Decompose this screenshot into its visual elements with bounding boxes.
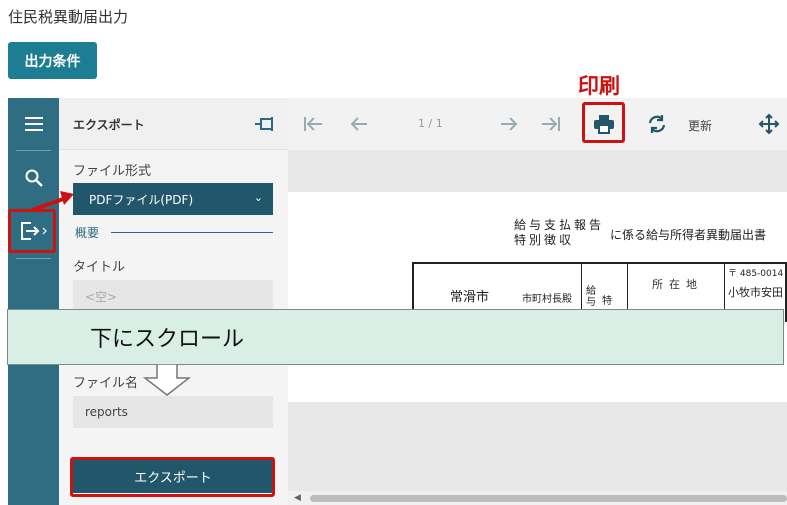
section-label: 概要 (75, 226, 100, 240)
doc-heading-suffix: に係る給与所得者異動届出書 (610, 228, 767, 242)
doc-zip: 〒 485-0014 (728, 269, 784, 279)
viewer-toolbar: 1 / 1 更新 (288, 98, 787, 150)
print-highlight (582, 102, 625, 143)
doc-toku: 特 (602, 296, 612, 307)
scroll-left-icon[interactable]: ◀ (294, 493, 301, 503)
next-page-icon[interactable] (496, 111, 522, 137)
export-panel: エクスポート ファイル形式 PDFファイル(PDF) ⌄ 概要 タイトル <空>… (59, 98, 288, 505)
doc-heading-line2: 特別徴収 (514, 233, 575, 247)
horizontal-scrollbar[interactable]: ◀ (288, 491, 787, 505)
doc-mayor: 市町村長殿 (522, 294, 572, 305)
print-callout: 印刷 (578, 74, 620, 98)
format-label: ファイル形式 (73, 164, 152, 179)
export-button-highlight (70, 457, 275, 497)
format-select[interactable]: PDFファイル(PDF) ⌄ (73, 183, 273, 215)
prev-page-icon[interactable] (346, 111, 372, 137)
filename-input[interactable]: reports (73, 396, 273, 428)
summary-section: 概要 (73, 222, 273, 240)
doc-address: 小牧市安田 (728, 286, 783, 299)
pointer-arrow (31, 191, 74, 212)
chevron-down-icon: ⌄ (253, 191, 263, 204)
title-input[interactable]: <空> (73, 280, 273, 312)
panel-title: エクスポート (73, 118, 145, 132)
doc-heading-line1: 給与支払報告 (514, 218, 605, 232)
filename-label: ファイル名 (73, 376, 139, 391)
output-conditions-button[interactable]: 出力条件 (8, 42, 97, 79)
refresh-label[interactable]: 更新 (688, 117, 712, 134)
viewer-sidebar (8, 98, 59, 505)
doc-city: 常滑市 (450, 290, 490, 305)
scroll-banner: 下にスクロール (7, 309, 784, 365)
move-icon[interactable] (756, 111, 782, 137)
pin-icon[interactable] (254, 114, 276, 134)
document-page: 給与支払報告 特別徴収 に係る給与所得者異動届出書 常滑市 市町村長殿 給与 特… (288, 192, 787, 402)
down-arrow-icon (143, 364, 191, 396)
last-page-icon[interactable] (538, 111, 564, 137)
refresh-icon[interactable] (644, 111, 670, 137)
doc-kyu: 給与 (586, 286, 596, 308)
doc-location-label: 所在地 (652, 278, 703, 291)
scroll-thumb[interactable] (310, 495, 787, 502)
report-viewer: エクスポート ファイル形式 PDFファイル(PDF) ⌄ 概要 タイトル <空>… (8, 98, 787, 505)
page-title: 住民税異動届出力 (8, 8, 129, 26)
first-page-icon[interactable] (300, 111, 326, 137)
title-label: タイトル (73, 260, 126, 275)
page-indicator: 1 / 1 (418, 117, 443, 130)
format-value: PDFファイル(PDF) (89, 192, 194, 207)
menu-icon[interactable] (8, 104, 59, 144)
